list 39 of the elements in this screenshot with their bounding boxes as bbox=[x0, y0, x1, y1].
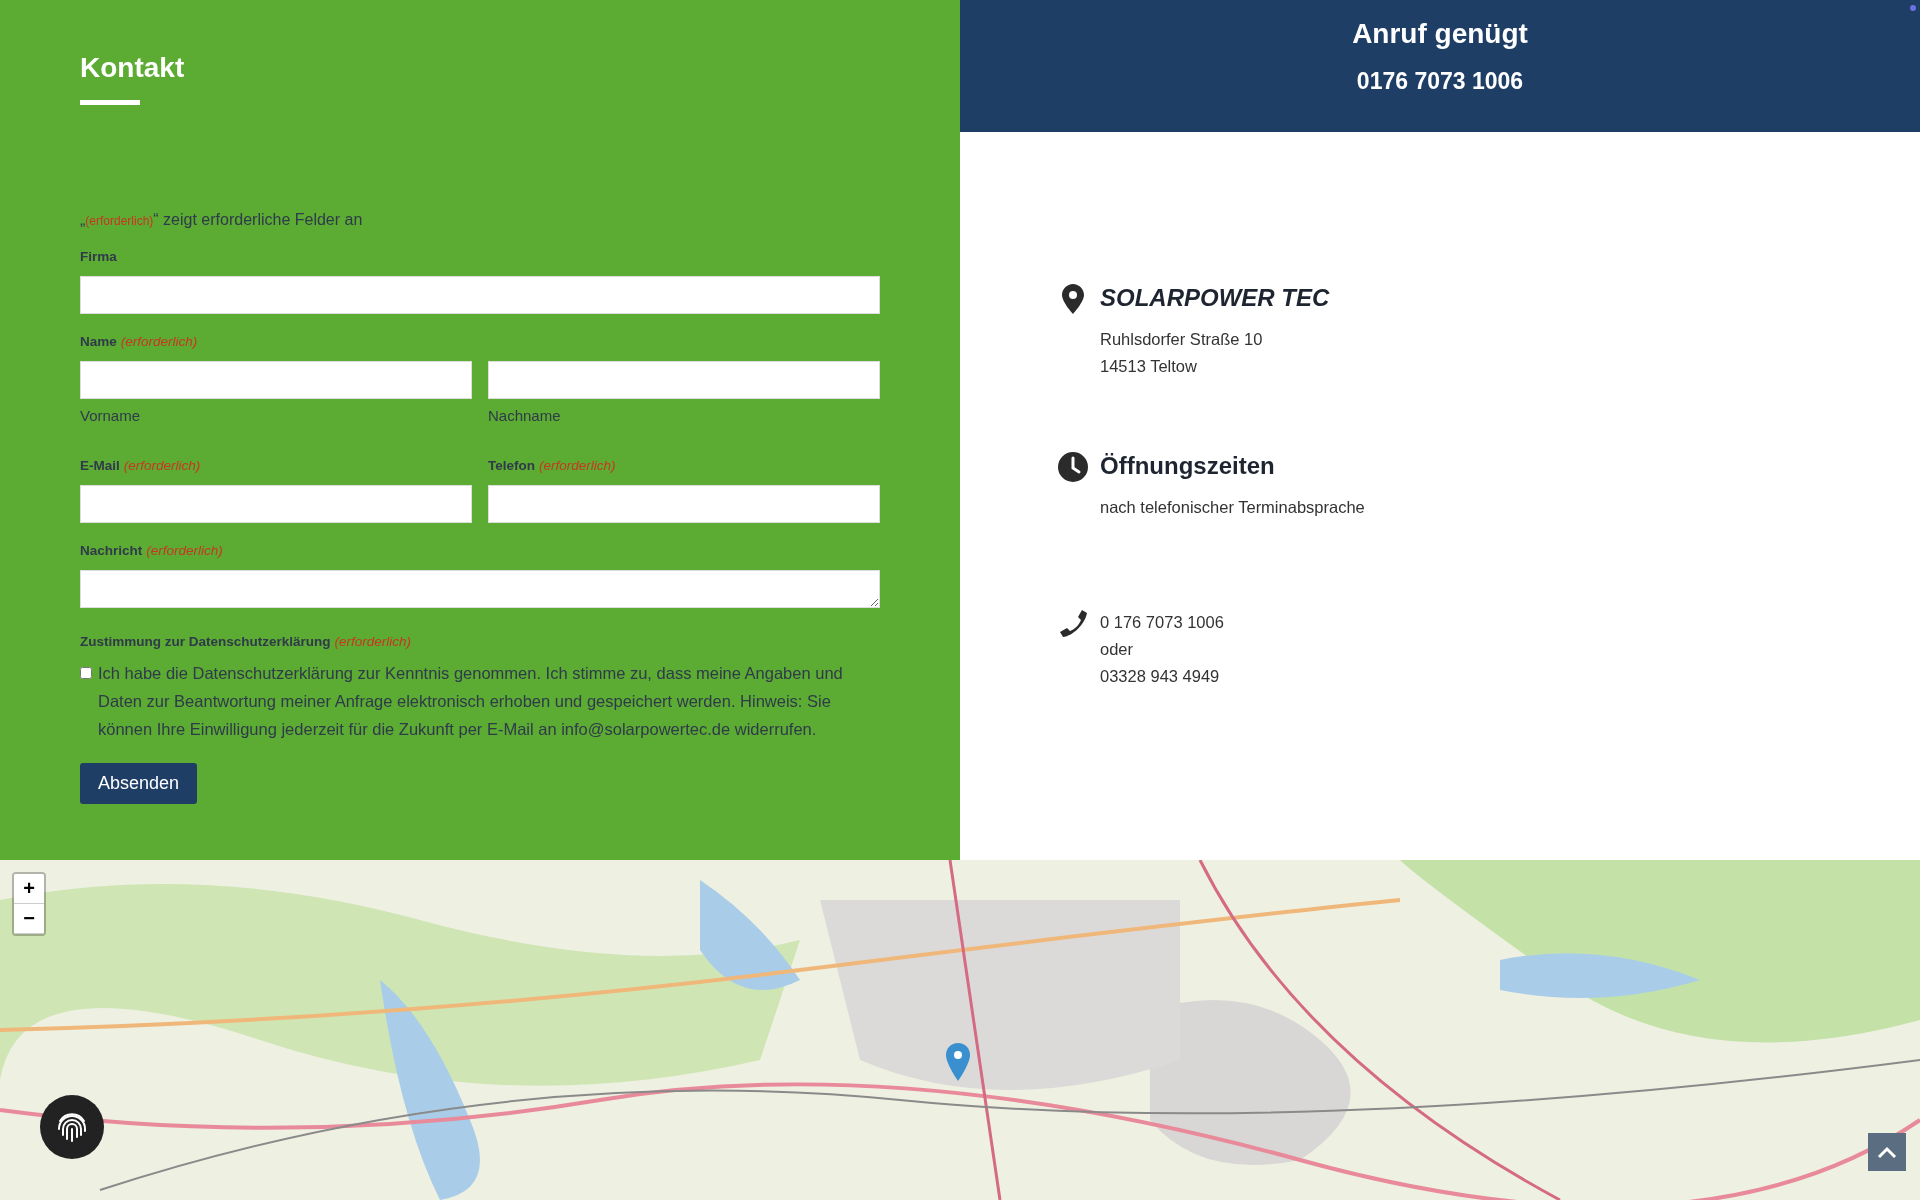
field-label: Telefon (erforderlich) bbox=[488, 458, 617, 473]
sub-label: Vorname bbox=[80, 407, 142, 424]
message-field[interactable] bbox=[80, 570, 880, 608]
info-line: 14513 Teltow bbox=[1100, 356, 1198, 377]
dot-icon bbox=[1910, 5, 1916, 11]
clock-icon bbox=[1058, 452, 1088, 482]
consent-text: Ich habe die Datenschutzerklärung zur Kenntnis genommen. Ich stimme zu, dass meine Angaben und Daten zur Beantwortung meiner Anfrage elektronisch erhoben und gespeichert werden. Hinweis: Sie können Ihre Einwilligung jederzeit für die Zukunft per E-Mail an info@solarpowertec.de widerrufen. bbox=[98, 663, 844, 740]
chevron-up-icon bbox=[1877, 1145, 1897, 1159]
banner-phone: 0176 7073 1006 bbox=[1356, 68, 1524, 95]
input-field[interactable] bbox=[80, 361, 472, 399]
location-pin-icon bbox=[1062, 284, 1084, 314]
field-label: Nachricht (erforderlich) bbox=[80, 543, 224, 558]
field-label: Zustimmung zur Datenschutzerklärung (erforderlich) bbox=[80, 634, 413, 649]
input-field[interactable] bbox=[488, 361, 880, 399]
submit-button[interactable]: Absenden bbox=[80, 763, 198, 804]
sub-label: Nachname bbox=[488, 407, 562, 424]
field-label: E-Mail (erforderlich) bbox=[80, 458, 202, 473]
input-field[interactable] bbox=[488, 485, 880, 523]
block-title: SOLARPOWER TEC bbox=[1100, 284, 1330, 312]
map-pin-icon bbox=[946, 1043, 970, 1081]
info-line: nach telefonischer Terminabsprache bbox=[1100, 497, 1365, 518]
field-label: Firma bbox=[80, 249, 118, 264]
section-title: Kontakt bbox=[80, 52, 186, 84]
title-underline bbox=[80, 100, 140, 105]
consent-checkbox[interactable] bbox=[80, 667, 92, 679]
zoom-out-button[interactable]: − bbox=[14, 904, 44, 934]
banner-title: Anruf genügt bbox=[1352, 18, 1528, 50]
scroll-top-button[interactable] bbox=[1868, 1133, 1906, 1171]
zoom-in-button[interactable]: + bbox=[14, 874, 44, 904]
info-line: Ruhlsdorfer Straße 10 bbox=[1100, 329, 1264, 350]
block-title: Öffnungszeiten bbox=[1100, 452, 1276, 480]
info-line: 03328 943 4949 bbox=[1100, 666, 1221, 687]
info-line: oder bbox=[1100, 639, 1135, 660]
field-label: Name (erforderlich) bbox=[80, 334, 199, 349]
phone-icon bbox=[1058, 609, 1088, 639]
info-line: 0 176 7073 1006 bbox=[1100, 612, 1224, 633]
required-legend: „(erforderlich)“ zeigt erforderliche Felder an bbox=[80, 211, 880, 229]
input-field[interactable] bbox=[80, 276, 880, 314]
input-field[interactable] bbox=[80, 485, 472, 523]
